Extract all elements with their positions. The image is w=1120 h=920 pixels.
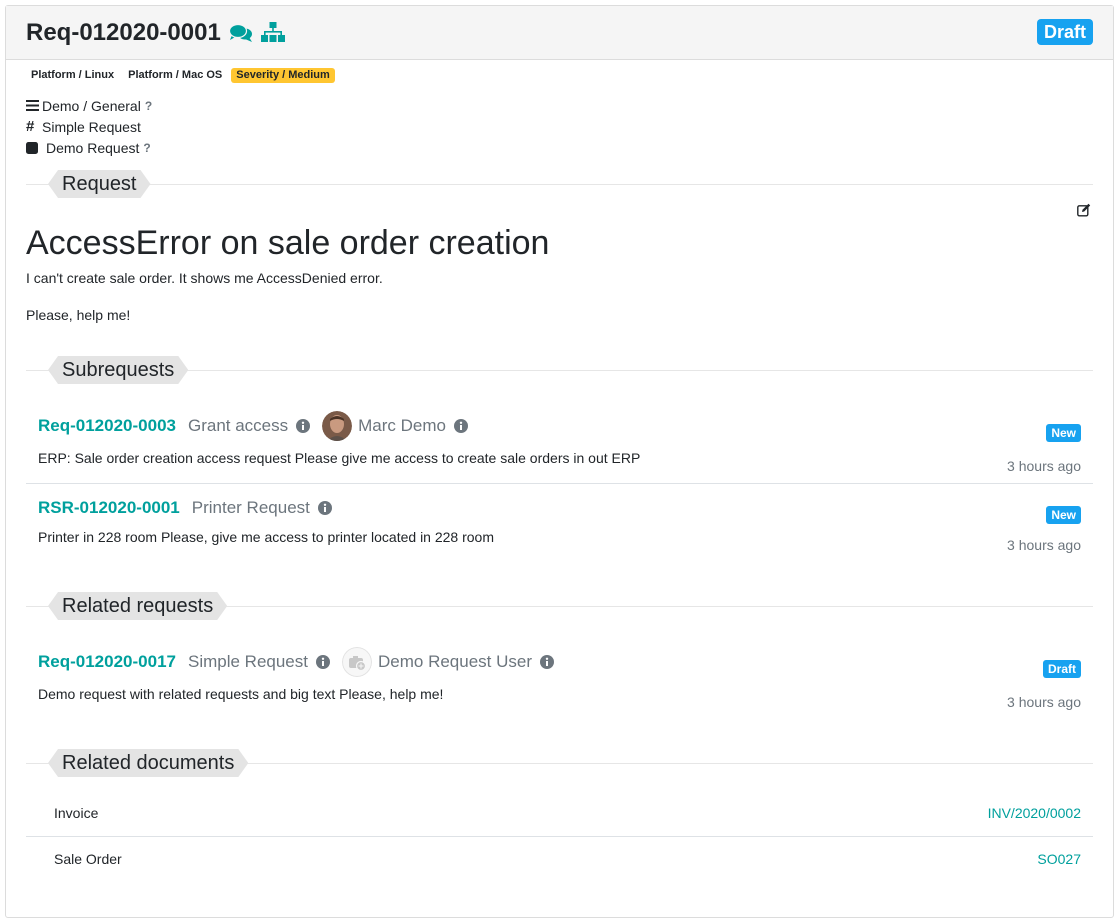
section-title: Related documents — [48, 749, 248, 777]
document-link[interactable]: INV/2020/0002 — [988, 805, 1081, 821]
divider — [26, 184, 1093, 185]
kind-help-icon[interactable]: ? — [143, 141, 150, 155]
assignee-name: Marc Demo — [358, 416, 446, 435]
tag-severity-medium: Severity / Medium — [231, 68, 335, 83]
document-row: Invoice INV/2020/0002 — [26, 791, 1093, 837]
request-type: Simple Request — [187, 652, 308, 671]
tags-list: Platform / Linux Platform / Mac OS Sever… — [26, 68, 335, 83]
sitemap-icon[interactable] — [260, 22, 285, 44]
request-ref-link[interactable]: Req-012020-0017 — [38, 652, 176, 672]
request-ref-link[interactable]: RSR-012020-0001 — [38, 498, 180, 518]
assignee-name: Demo Request User — [378, 652, 533, 671]
request-type: Printer Request — [191, 498, 310, 517]
comments-icon[interactable] — [228, 23, 253, 43]
item-header: Req-012020-0003 Grant access Marc Demo — [38, 411, 480, 441]
info-icon[interactable] — [540, 655, 555, 669]
kind-text[interactable]: Demo Request — [46, 140, 139, 156]
category-line: Demo / General ? — [26, 95, 152, 116]
request-description: ERP: Sale order creation access request … — [38, 450, 641, 466]
section-related-documents: Related documents — [26, 749, 1093, 777]
section-request: Request — [26, 170, 1093, 198]
document-type: Sale Order — [54, 851, 122, 867]
info-icon[interactable] — [454, 419, 468, 433]
request-title: Req-012020-0001 — [26, 18, 285, 48]
request-description: Printer in 228 room Please, give me acce… — [38, 529, 495, 545]
section-title: Request — [48, 170, 151, 198]
hashtag-icon: # — [26, 118, 35, 135]
tag-platform-linux: Platform / Linux — [31, 69, 115, 81]
tag-platform-macos: Platform / Mac OS — [128, 69, 223, 81]
info-icon[interactable] — [316, 655, 330, 669]
avatar-placeholder — [342, 647, 372, 677]
state-badge: Draft — [1042, 660, 1081, 678]
kind-line: Demo Request ? — [26, 137, 152, 158]
edit-icon[interactable] — [1077, 203, 1091, 220]
document-link[interactable]: SO027 — [1037, 851, 1081, 867]
section-title: Related requests — [48, 592, 227, 620]
document-type: Invoice — [54, 805, 99, 821]
state-badge: New — [1046, 424, 1081, 442]
subrequest-item[interactable]: RSR-012020-0001 Printer Request Printer … — [26, 484, 1093, 566]
section-title: Subrequests — [48, 356, 188, 384]
type-line: # Simple Request — [26, 116, 152, 137]
request-date: 3 hours ago — [1007, 458, 1081, 474]
request-ref-link[interactable]: Req-012020-0003 — [38, 416, 176, 436]
request-subject: AccessError on sale order creation — [26, 224, 550, 262]
request-description-p1: I can't create sale order. It shows me A… — [26, 270, 383, 286]
bars-icon — [26, 100, 42, 111]
info-icon[interactable] — [296, 419, 311, 433]
category-text[interactable]: Demo / General — [42, 98, 141, 114]
request-meta: Demo / General ? # Simple Request Demo R… — [26, 95, 152, 158]
item-header: RSR-012020-0001 Printer Request — [38, 494, 344, 522]
category-help-icon[interactable]: ? — [145, 99, 152, 113]
request-card: Req-012020-0001 Draft Platform / Linux P… — [5, 5, 1114, 918]
square-icon — [26, 141, 46, 154]
related-request-item[interactable]: Req-012020-0017 Simple Request Demo Requ… — [26, 638, 1093, 720]
type-text[interactable]: Simple Request — [42, 119, 141, 135]
item-header: Req-012020-0017 Simple Request Demo Requ… — [38, 647, 566, 677]
request-ref: Req-012020-0001 — [26, 19, 221, 46]
request-date: 3 hours ago — [1007, 537, 1081, 553]
request-type: Grant access — [187, 416, 289, 435]
request-description: Demo request with related requests and b… — [38, 686, 444, 702]
request-date: 3 hours ago — [1007, 694, 1081, 710]
section-related-requests: Related requests — [26, 592, 1093, 620]
card-header: Req-012020-0001 Draft — [6, 6, 1113, 60]
subrequest-item[interactable]: Req-012020-0003 Grant access Marc Demo E… — [26, 402, 1093, 484]
avatar — [322, 411, 353, 441]
section-subrequests: Subrequests — [26, 356, 1093, 384]
state-badge: Draft — [1036, 19, 1093, 45]
document-row: Sale Order SO027 — [26, 837, 1093, 883]
state-badge: New — [1046, 506, 1081, 524]
info-icon[interactable] — [317, 501, 332, 515]
request-description-p2: Please, help me! — [26, 307, 131, 323]
